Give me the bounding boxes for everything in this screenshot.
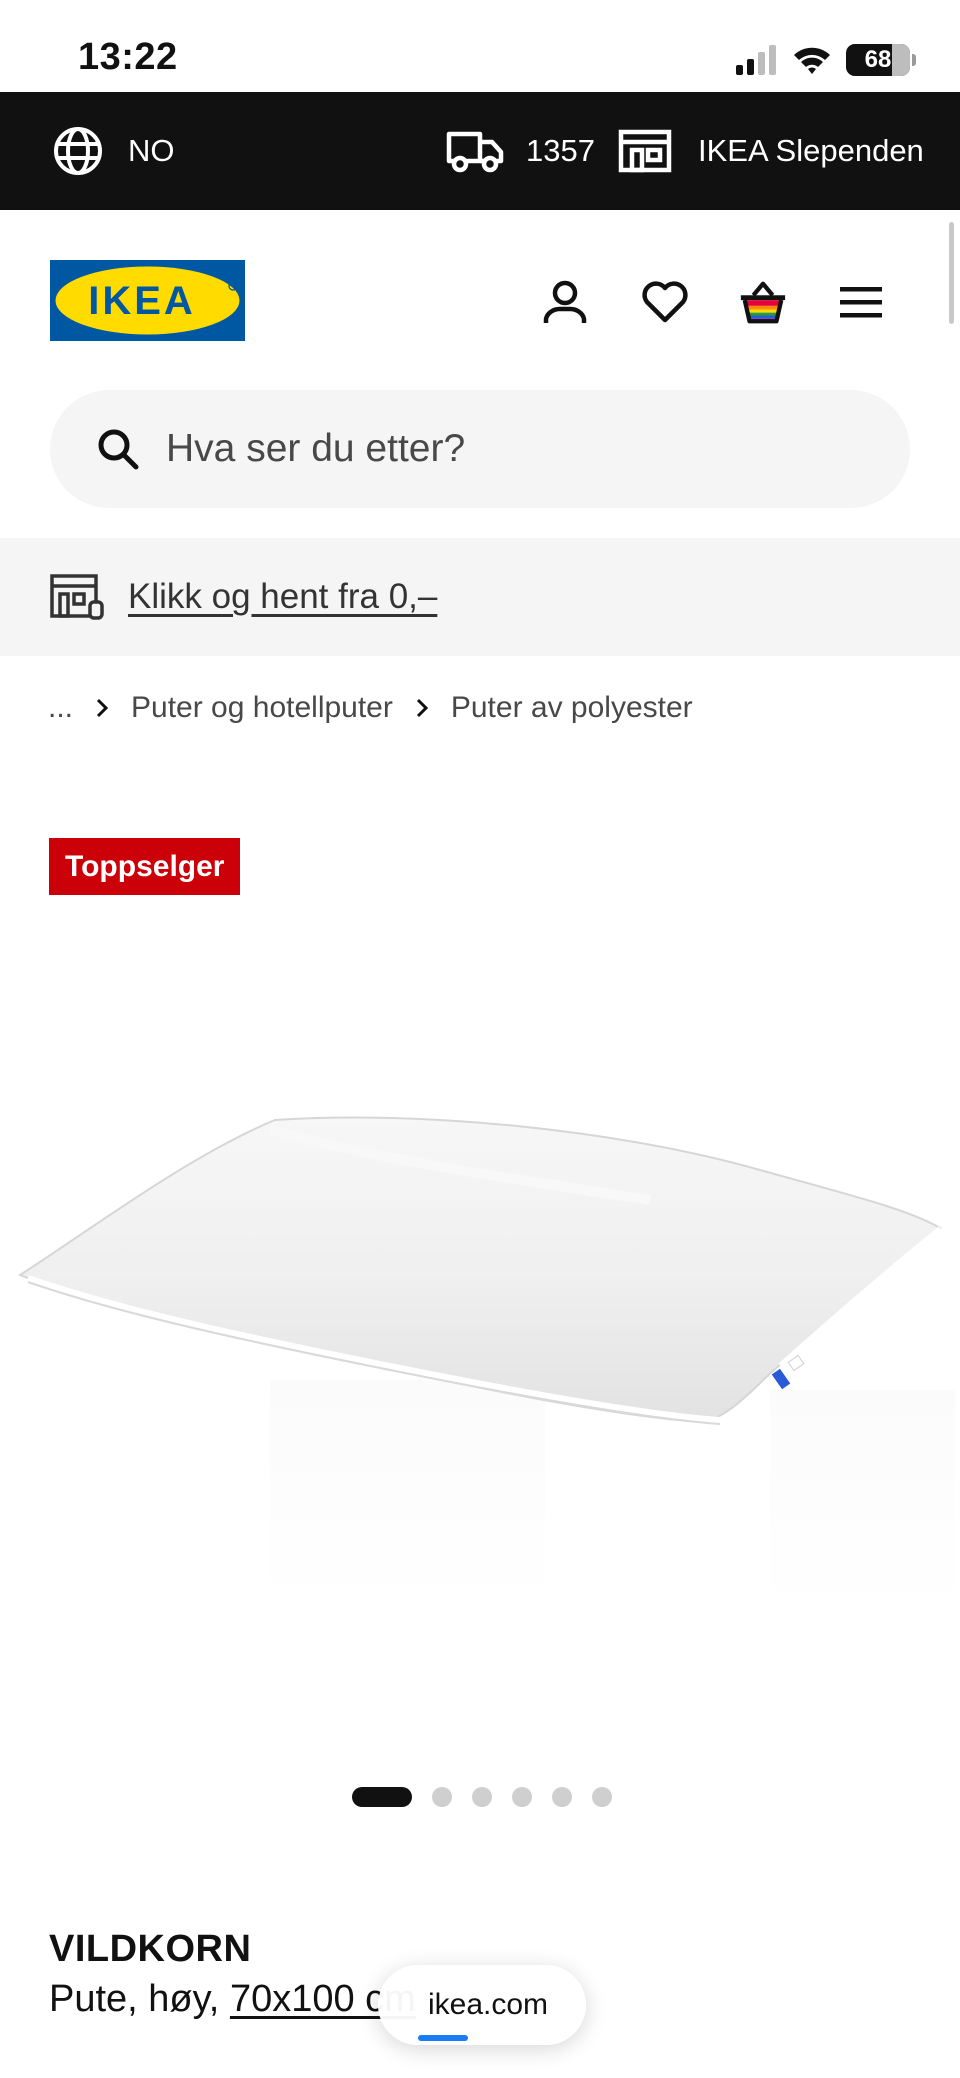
search-icon: [94, 425, 142, 473]
carousel-dot-5[interactable]: [552, 1787, 572, 1807]
browser-address-pill[interactable]: ikea.com: [378, 1965, 586, 2045]
cellular-signal-icon: [736, 45, 776, 75]
hamburger-menu-icon: [840, 287, 882, 318]
store-icon: [618, 129, 672, 173]
bestseller-badge: Toppselger: [49, 838, 241, 895]
country-selector[interactable]: NO: [52, 92, 175, 210]
account-button[interactable]: [540, 277, 590, 327]
product-type: Pute, høy,: [49, 1978, 230, 2020]
favourites-button[interactable]: [640, 277, 690, 327]
chevron-right-icon: [413, 697, 431, 719]
status-bar: 13:22 68: [0, 0, 960, 92]
page-load-progress: [418, 2035, 468, 2041]
heart-icon: [642, 281, 688, 323]
country-code: NO: [128, 133, 175, 168]
search-bar[interactable]: [50, 390, 910, 508]
breadcrumb-ellipsis[interactable]: ...: [48, 691, 73, 725]
breadcrumb-item-pillows[interactable]: Puter og hotellputer: [131, 691, 393, 725]
search-input[interactable]: [166, 427, 806, 471]
shopping-bag-button[interactable]: [738, 277, 788, 327]
carousel-dot-3[interactable]: [472, 1787, 492, 1807]
product-name: VILDKORN: [49, 1928, 252, 1970]
carousel-dot-4[interactable]: [512, 1787, 532, 1807]
ikea-logo[interactable]: IKEA: [50, 260, 245, 341]
click-and-collect-banner[interactable]: Klikk og hent fra 0,–: [0, 538, 960, 656]
click-and-collect-link[interactable]: Klikk og hent fra 0,–: [128, 577, 437, 617]
battery-empty-segment: [892, 44, 910, 76]
site-header: IKEA: [0, 210, 960, 370]
top-bar: NO 1357 IKEA Slependen: [0, 92, 960, 210]
product-description: Pute, høy, 70x100 cm: [49, 1978, 416, 2021]
carousel-dot-1[interactable]: [352, 1787, 412, 1807]
status-icons: 68: [736, 40, 916, 80]
scroll-indicator: [949, 222, 954, 324]
store-name: IKEA Slependen: [698, 133, 924, 168]
product-page: 13:22 68 NO 1357 IKEA Slependen IKEA Hva…: [0, 0, 960, 2078]
browser-url: ikea.com: [427, 1988, 549, 2021]
battery-icon: 68: [846, 44, 916, 76]
battery-level: 68: [864, 46, 892, 73]
menu-button[interactable]: [836, 277, 886, 327]
wifi-icon: [794, 47, 830, 74]
product-image[interactable]: [0, 960, 960, 1680]
carousel-dot-6[interactable]: [592, 1787, 612, 1807]
chevron-right-icon: [93, 697, 111, 719]
user-icon: [543, 280, 587, 323]
click-collect-store-icon: [50, 574, 104, 620]
delivery-truck-icon: [446, 131, 504, 173]
delivery-postcode-button[interactable]: 1357: [446, 92, 595, 210]
delivery-postcode: 1357: [526, 133, 595, 168]
breadcrumb: ... Puter og hotellputer Puter av polyes…: [48, 686, 693, 730]
status-time: 13:22: [78, 36, 178, 78]
breadcrumb-item-polyester-pillows[interactable]: Puter av polyester: [451, 691, 693, 725]
pillow-image: [17, 1116, 955, 1610]
image-carousel-dots: [352, 1785, 612, 1809]
globe-icon: [54, 127, 102, 175]
carousel-dot-2[interactable]: [432, 1787, 452, 1807]
shopping-bag-icon: [740, 281, 786, 324]
logo-wordmark: IKEA: [88, 279, 196, 323]
store-selector[interactable]: IKEA Slependen: [618, 92, 924, 210]
